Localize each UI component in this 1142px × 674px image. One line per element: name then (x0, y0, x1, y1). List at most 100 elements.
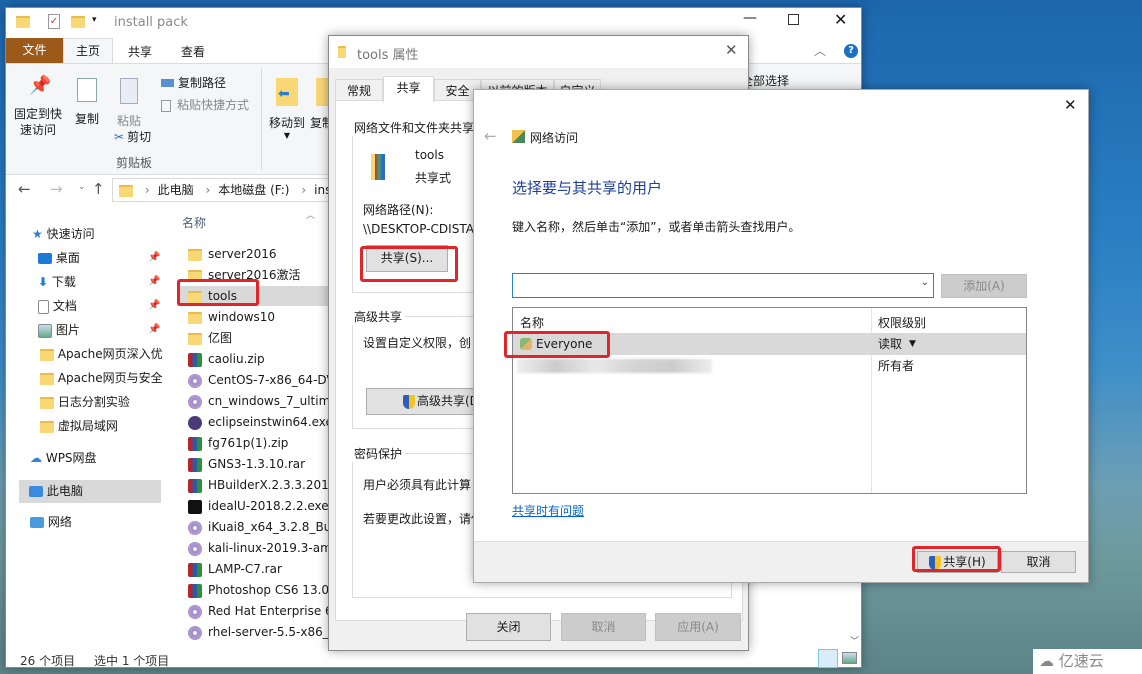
password-desc: 用户必须具有此计算 (363, 478, 472, 492)
copy-button[interactable]: 复制 (72, 78, 102, 127)
close-button[interactable]: ✕ (834, 10, 847, 29)
move-to-button[interactable]: ⬅ 移动到 ▼ (268, 78, 306, 140)
pin-icon[interactable]: 📌 (148, 276, 160, 287)
paste-shortcut-button[interactable]: 粘贴快捷方式 (161, 96, 249, 113)
cancel-button[interactable]: 取消 (1001, 551, 1076, 573)
column-header-permission[interactable]: 权限级别 (878, 314, 926, 331)
file-row[interactable]: server2016 (188, 244, 277, 264)
breadcrumb-drive[interactable]: 本地磁盘 (F:) (218, 183, 289, 197)
qa-dropdown-icon[interactable]: ▾ (92, 15, 97, 25)
column-header-name[interactable]: 名称 (182, 214, 206, 231)
close-button[interactable]: ✕ (1064, 96, 1077, 114)
nav-documents[interactable]: 文档 (38, 296, 77, 316)
tab-share[interactable]: 共享 (128, 43, 152, 60)
pin-icon[interactable]: 📌 (148, 252, 160, 263)
pin-label-1: 固定到快 (13, 107, 62, 121)
sharing-help-link[interactable]: 共享时有问题 (512, 502, 584, 519)
file-row[interactable]: fg761p(1).zip (188, 433, 288, 453)
folder-icon (188, 248, 202, 261)
recent-dropdown[interactable]: ⌄ (78, 182, 86, 192)
copy-path-button[interactable]: 复制路径 (161, 74, 226, 91)
apply-button[interactable]: 应用(A) (655, 613, 741, 641)
nav-folder[interactable]: Apache网页深入优 (40, 344, 163, 364)
tools-highlight (177, 279, 259, 306)
file-row[interactable]: iKuai8_x64_3.2.8_Build (188, 517, 346, 537)
file-row[interactable]: GNS3-1.3.10.rar (188, 454, 305, 474)
rar-icon (188, 457, 202, 472)
file-name: windows10 (208, 310, 276, 324)
file-row[interactable]: caoliu.zip (188, 349, 265, 369)
file-row[interactable]: CentOS-7-x86_64-DVD (188, 370, 344, 390)
disc-icon (188, 373, 202, 388)
tab-home[interactable]: 主页 (63, 38, 113, 64)
details-view-button[interactable] (818, 649, 838, 668)
nav-desktop[interactable]: 桌面 (38, 248, 80, 268)
tab-view[interactable]: 查看 (181, 43, 205, 60)
close-dialog-button[interactable]: 关闭 (466, 613, 551, 641)
move-to-dropdown-icon: ▼ (283, 131, 291, 140)
file-row[interactable]: cn_windows_7_ultimat (188, 391, 342, 411)
maximize-button[interactable] (788, 14, 799, 25)
file-row[interactable]: LAMP-C7.rar (188, 559, 282, 579)
user-name-combobox[interactable]: ⌄ (512, 273, 934, 298)
nav-downloads[interactable]: ⬇ 下载 (38, 272, 76, 292)
back-button[interactable]: ← (484, 127, 497, 145)
cancel-button[interactable]: 取消 (561, 613, 646, 641)
copy-path-icon (161, 79, 174, 87)
tab-sharing[interactable]: 共享 (383, 76, 434, 102)
paste-button[interactable]: 粘贴 (114, 78, 144, 129)
column-header-name[interactable]: 名称 (520, 314, 544, 331)
nav-pictures[interactable]: 图片 (38, 320, 80, 340)
breadcrumb-this-pc[interactable]: 此电脑 (158, 183, 194, 197)
pin-quick-access-button[interactable]: 📌 固定到快 速访问 (12, 77, 64, 138)
close-button[interactable]: ✕ (725, 41, 738, 59)
cloud-logo-icon: ☁ (1039, 652, 1054, 670)
clipboard-group-label: 剪贴板 (116, 156, 153, 170)
caret-down-icon[interactable]: ▼ (909, 333, 916, 355)
forward-button[interactable]: → (50, 180, 63, 198)
user-row-owner[interactable]: 所有者 (513, 355, 1026, 377)
nav-quick-access[interactable]: ★ 快速访问 (32, 224, 95, 244)
file-row[interactable]: eclipseinstwin64.exe (188, 412, 333, 432)
file-name: rhel-server-5.5-x86_64 (208, 625, 344, 639)
cut-button[interactable]: ✂ 剪切 (114, 128, 151, 145)
chevron-right-icon: › (205, 183, 211, 197)
file-row[interactable]: rhel-server-5.5-x86_64 (188, 622, 344, 642)
pin-icon[interactable]: 📌 (148, 300, 160, 311)
tab-file[interactable]: 文件 (6, 38, 63, 63)
tab-general[interactable]: 常规 (335, 79, 383, 101)
nav-this-pc[interactable]: 此电脑 (19, 480, 161, 503)
file-name: Photoshop CS6 13.0.1 (208, 583, 341, 597)
minimize-button[interactable]: — (743, 10, 757, 26)
select-all-button[interactable]: 全部选择 (741, 72, 801, 89)
properties-qa-icon[interactable]: ✓ (48, 14, 60, 29)
nav-wps[interactable]: ☁ WPS网盘 (30, 448, 97, 468)
file-row[interactable]: idealU-2018.2.2.exe (188, 496, 329, 516)
permission-dropdown[interactable]: 读取 (878, 333, 902, 355)
up-button[interactable]: ↑ (92, 180, 105, 198)
file-row[interactable]: kali-linux-2019.3-amd (188, 538, 339, 558)
scroll-down-icon[interactable]: ﹀ (850, 634, 859, 647)
file-row[interactable]: windows10 (188, 307, 275, 327)
file-row[interactable]: Red Hat Enterprise 6. (188, 601, 337, 621)
file-row[interactable]: 亿图 (188, 328, 232, 348)
file-row[interactable]: Photoshop CS6 13.0.1 (188, 580, 340, 600)
file-row[interactable]: HBuilderX.2.3.3.20190 (188, 475, 344, 495)
ribbon-collapse-icon[interactable]: ︿ (814, 42, 826, 59)
add-button[interactable]: 添加(A) (941, 274, 1027, 298)
network-icon (30, 517, 44, 528)
nav-network[interactable]: 网络 (30, 512, 72, 532)
nav-folder[interactable]: 虚拟局域网 (40, 416, 118, 436)
help-icon[interactable]: ? (844, 44, 858, 58)
nav-folder[interactable]: Apache网页与安全 (40, 368, 163, 388)
large-icons-view-button[interactable] (842, 652, 857, 664)
cut-label: 剪切 (127, 130, 152, 144)
nav-folder[interactable]: 日志分割实验 (40, 392, 130, 412)
back-button[interactable]: ← (18, 180, 31, 198)
move-to-icon: ⬅ (276, 78, 298, 106)
pin-icon[interactable]: 📌 (148, 324, 160, 335)
new-folder-qa-icon[interactable] (71, 16, 85, 28)
watermark-text: 亿速云 (1058, 652, 1104, 670)
chevron-down-icon[interactable]: ⌄ (921, 277, 929, 288)
nav-label: Apache网页与安全 (57, 371, 163, 385)
